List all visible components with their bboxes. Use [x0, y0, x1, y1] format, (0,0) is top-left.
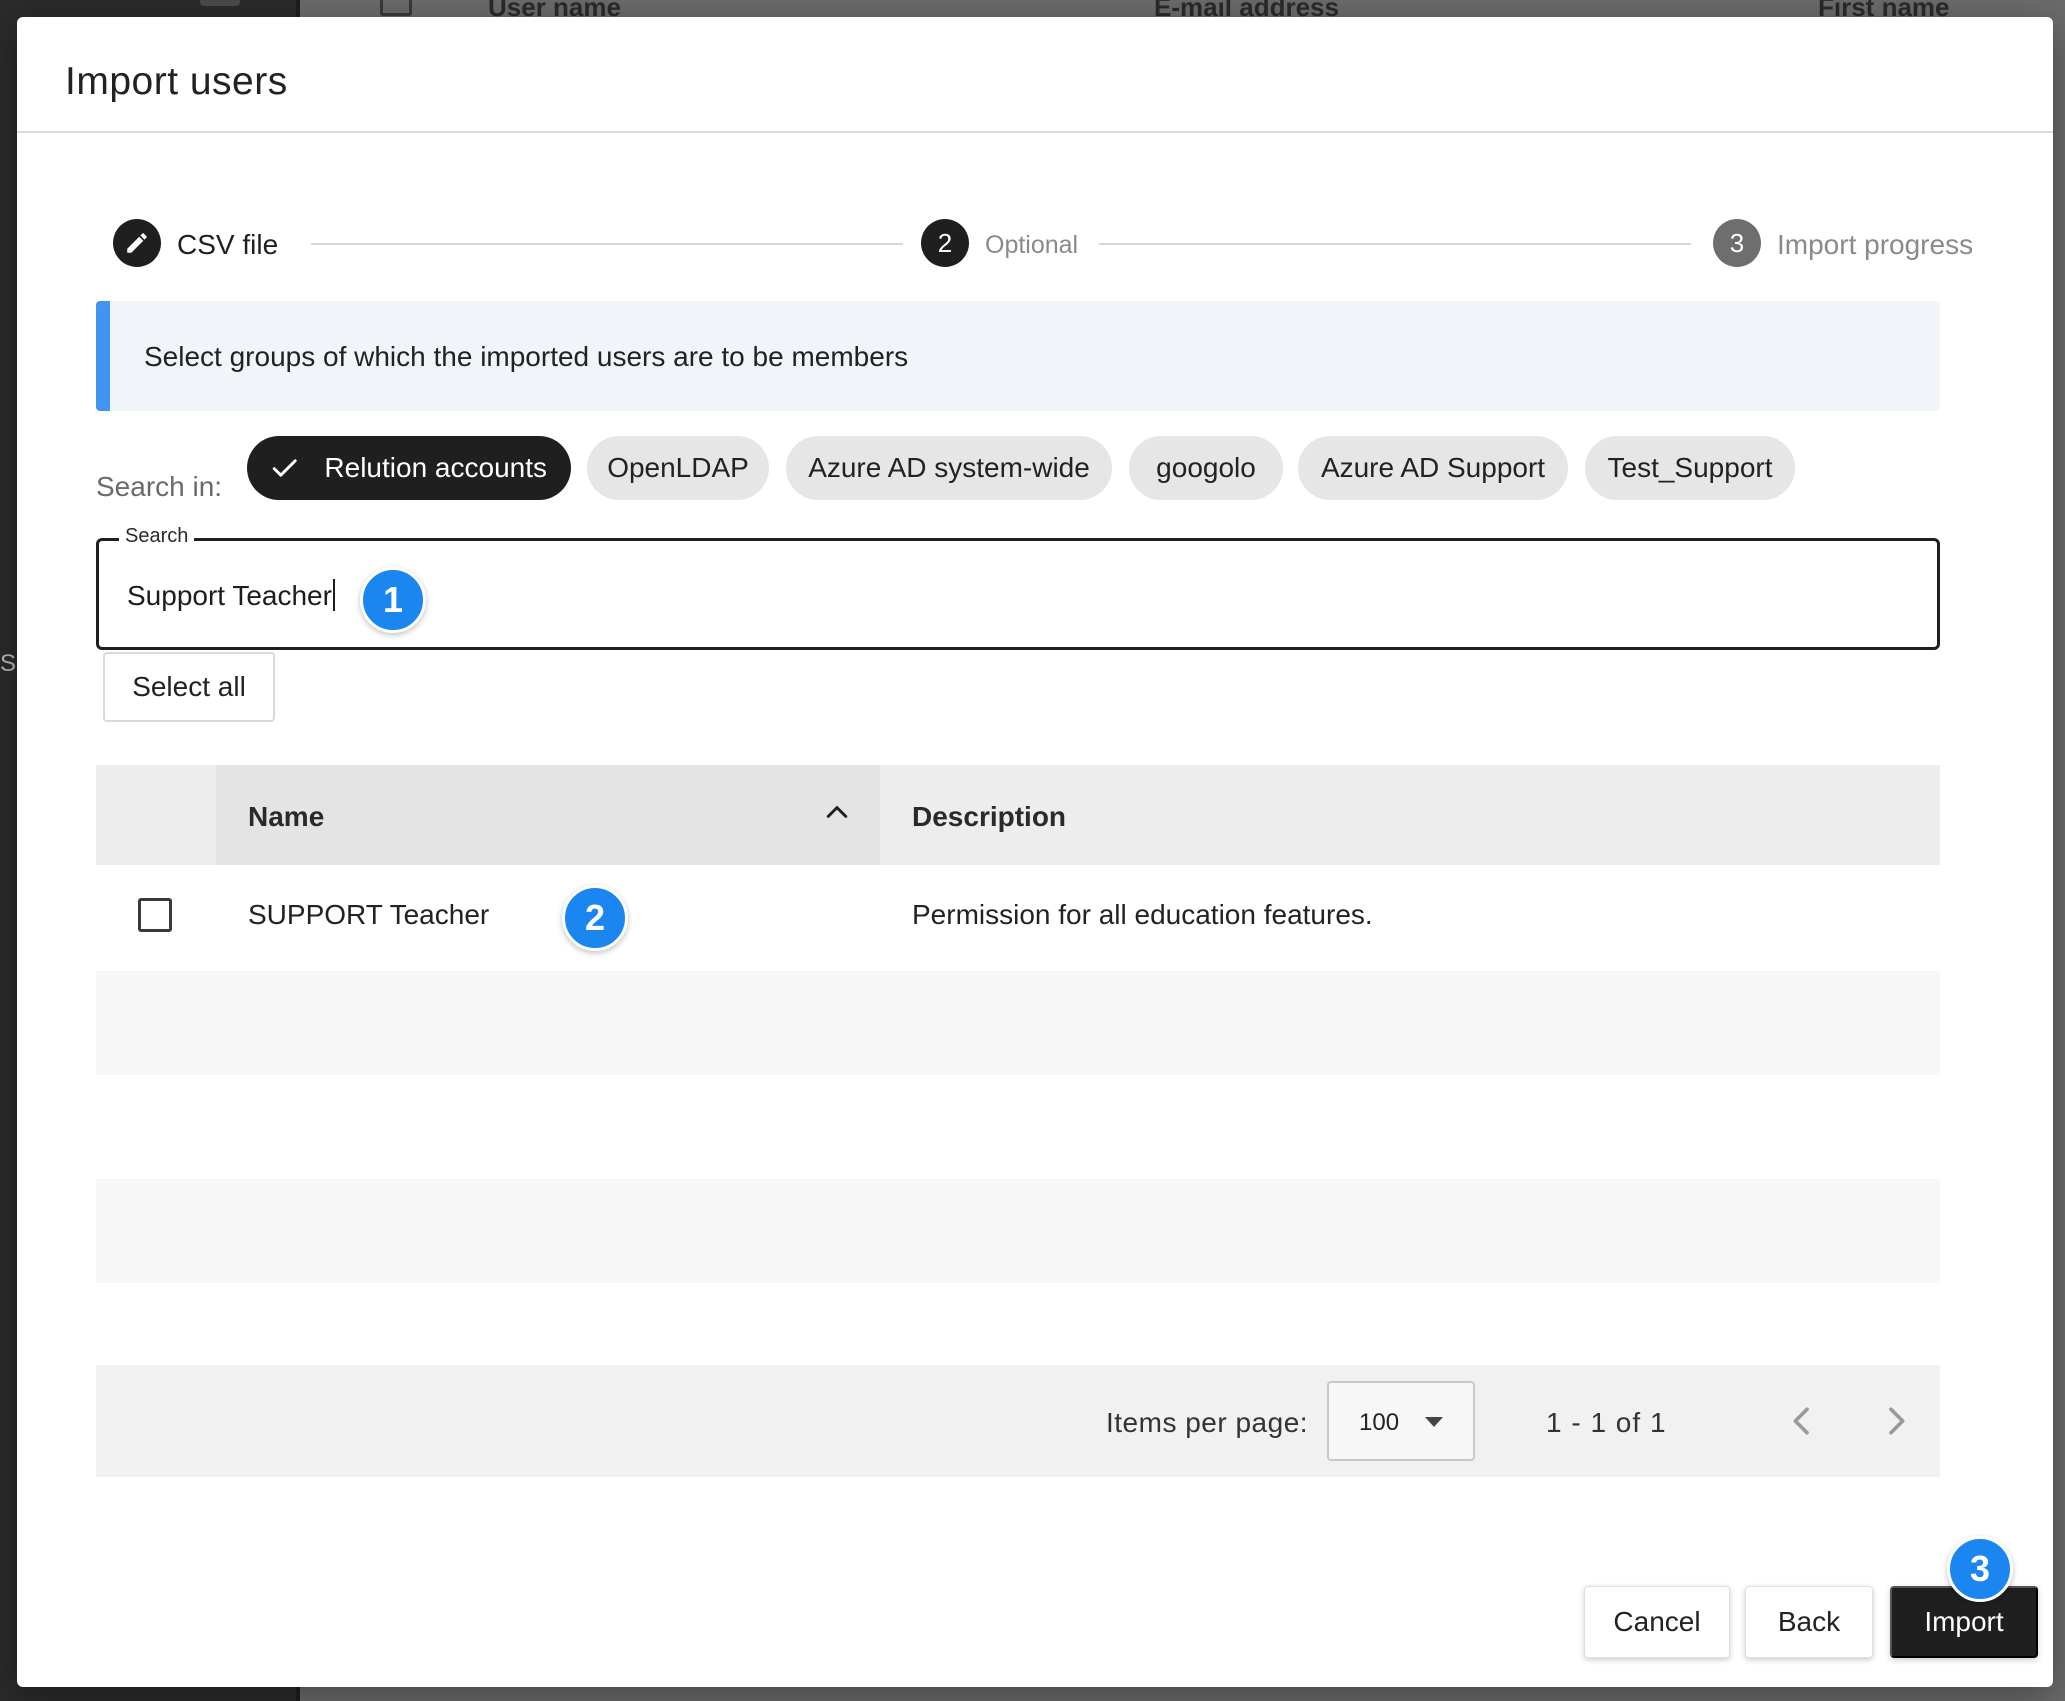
- step-1-label[interactable]: CSV file: [177, 229, 278, 261]
- chip-azure-ad-system-wide[interactable]: Azure AD system-wide: [786, 436, 1112, 500]
- step-2-circle[interactable]: 2: [921, 219, 969, 267]
- dialog-title: Import users: [65, 60, 288, 103]
- info-text: Select groups of which the imported user…: [144, 341, 909, 372]
- chip-label: Test_Support: [1607, 452, 1773, 483]
- step-1-circle[interactable]: [113, 219, 161, 267]
- previous-page-icon[interactable]: [1782, 1401, 1822, 1441]
- text-caret: [332, 579, 335, 611]
- column-description-label: Description: [912, 801, 1067, 832]
- paginator: Items per page: 100 1 - 1 of 1: [96, 1365, 1940, 1477]
- step-3-label[interactable]: Import progress: [1777, 229, 1973, 261]
- step-2-label[interactable]: Optional: [985, 231, 1078, 260]
- search-in-label: Search in:: [96, 471, 223, 502]
- step-badge-3: 3: [1947, 1536, 2013, 1602]
- chip-label: Azure AD system-wide: [808, 452, 1090, 483]
- chip-label: OpenLDAP: [607, 452, 749, 483]
- search-text: Support Teacher: [127, 580, 332, 611]
- back-button[interactable]: Back: [1745, 1586, 1873, 1658]
- row-name: SUPPORT Teacher: [248, 899, 490, 930]
- select-all-button[interactable]: Select all: [103, 652, 275, 722]
- dropdown-arrow-icon: [1425, 1417, 1443, 1427]
- check-icon: [272, 459, 297, 477]
- search-input[interactable]: Search Support Teacher 1: [96, 525, 1940, 650]
- sidebar-letter: S: [0, 650, 17, 677]
- pencil-icon: [127, 233, 147, 253]
- dialog-header: Import users: [17, 17, 2053, 133]
- step-badge-1: 1: [360, 567, 426, 633]
- cancel-button[interactable]: Cancel: [1584, 1586, 1730, 1658]
- sidebar-top-icon: [200, 0, 240, 6]
- items-per-page-value: 100: [1359, 1409, 1400, 1436]
- row-checkbox[interactable]: [138, 898, 172, 932]
- column-header-name[interactable]: Name: [216, 765, 880, 865]
- sort-ascending-icon[interactable]: [822, 797, 852, 827]
- chip-test-support[interactable]: Test_Support: [1585, 436, 1795, 500]
- stepper: CSV file 2 Optional 3 Import progress: [113, 217, 1973, 271]
- background-select-all-checkbox: [380, 0, 412, 16]
- step-badge-2: 2: [562, 885, 628, 951]
- empty-row: [96, 1179, 1940, 1283]
- step-connector-1: [311, 243, 903, 245]
- row-description: Permission for all education features.: [912, 899, 1373, 930]
- chip-label: Relution accounts: [324, 452, 547, 483]
- page-range: 1 - 1 of 1: [1546, 1407, 1667, 1438]
- chip-label: googolo: [1156, 452, 1256, 483]
- chip-googolo[interactable]: googolo: [1129, 436, 1283, 500]
- search-value[interactable]: Support Teacher: [127, 579, 335, 612]
- search-legend: Search: [119, 525, 195, 548]
- items-per-page-label: Items per page:: [1106, 1407, 1309, 1438]
- empty-row: [96, 1075, 1940, 1179]
- next-page-icon[interactable]: [1876, 1401, 1916, 1441]
- info-banner: Select groups of which the imported user…: [96, 301, 1940, 411]
- background-table-header: User name E-mail address First name: [300, 0, 2065, 22]
- items-per-page-select[interactable]: 100: [1327, 1381, 1475, 1461]
- chip-label: Azure AD Support: [1320, 452, 1546, 483]
- chip-azure-ad-support[interactable]: Azure AD Support: [1298, 436, 1568, 500]
- chip-openldap[interactable]: OpenLDAP: [587, 436, 769, 500]
- column-name-label: Name: [248, 801, 325, 832]
- table-header: Name Description: [96, 765, 1940, 865]
- step-3-circle[interactable]: 3: [1713, 219, 1761, 267]
- groups-table: Name Description SUPPORT Teacher 2 Permi…: [96, 765, 1940, 1283]
- empty-row: [96, 971, 1940, 1075]
- table-row[interactable]: SUPPORT Teacher 2 Permission for all edu…: [96, 865, 1940, 971]
- chip-relution-accounts[interactable]: Relution accounts: [247, 436, 571, 500]
- import-users-dialog: Import users CSV file 2 Optional 3 Impor…: [17, 17, 2053, 1687]
- step-connector-2: [1099, 243, 1691, 245]
